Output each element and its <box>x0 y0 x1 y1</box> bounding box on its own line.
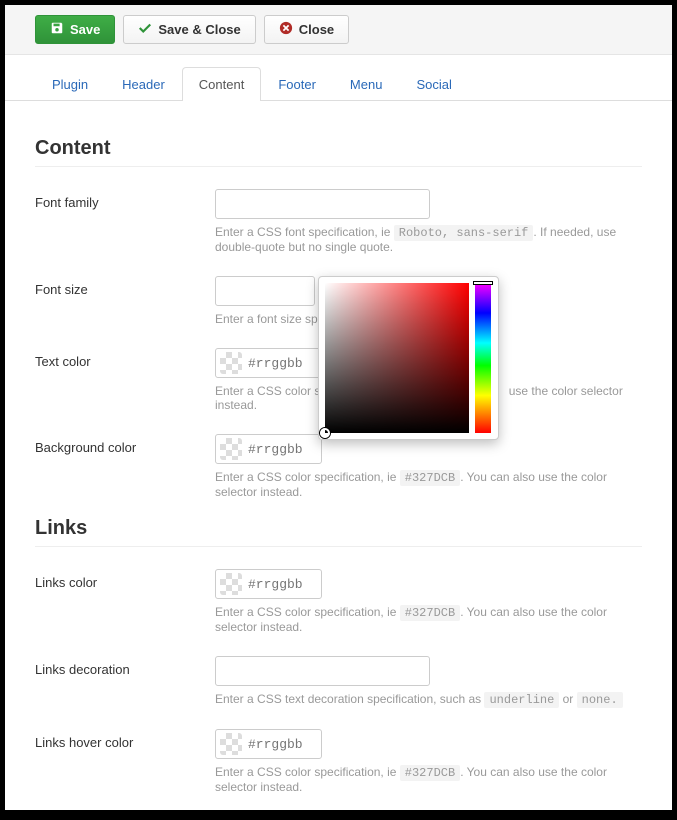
toolbar: Save Save & Close Close <box>5 5 672 55</box>
label-links-decoration: Links decoration <box>35 656 215 707</box>
font-size-input[interactable] <box>215 276 315 306</box>
links-color-input-wrap[interactable] <box>215 569 322 599</box>
color-picker-sv-cursor[interactable] <box>320 428 330 438</box>
tab-content[interactable]: Content <box>182 67 262 101</box>
tab-social[interactable]: Social <box>399 67 468 101</box>
label-links-color: Links color <box>35 569 215 634</box>
help-bg-color: Enter a CSS color specification, ie #327… <box>215 470 642 499</box>
label-font-family: Font family <box>35 189 215 254</box>
color-picker-hue-handle[interactable] <box>473 281 493 285</box>
tab-menu[interactable]: Menu <box>333 67 400 101</box>
links-hover-color-swatch[interactable] <box>220 733 242 755</box>
save-label: Save <box>70 22 100 37</box>
tabs: Plugin Header Content Footer Menu Social <box>5 55 672 101</box>
field-links-color: Links color Enter a CSS color specificat… <box>35 569 642 634</box>
links-decoration-input[interactable] <box>215 656 430 686</box>
text-color-input[interactable] <box>246 355 321 372</box>
bg-color-input-wrap[interactable] <box>215 434 322 464</box>
links-color-swatch[interactable] <box>220 573 242 595</box>
field-links-decoration: Links decoration Enter a CSS text decora… <box>35 656 642 707</box>
links-color-input[interactable] <box>246 576 321 593</box>
check-icon <box>138 21 152 38</box>
help-links-decoration: Enter a CSS text decoration specificatio… <box>215 692 642 707</box>
tab-header[interactable]: Header <box>105 67 182 101</box>
bg-color-input[interactable] <box>246 441 321 458</box>
text-color-input-wrap[interactable] <box>215 348 322 378</box>
label-text-color: Text color <box>35 348 215 412</box>
label-bg-color: Background color <box>35 434 215 499</box>
field-links-hover-color: Links hover color Enter a CSS color spec… <box>35 729 642 794</box>
label-links-hover-color: Links hover color <box>35 729 215 794</box>
close-button[interactable]: Close <box>264 15 349 44</box>
save-icon <box>50 21 64 38</box>
links-hover-color-input-wrap[interactable] <box>215 729 322 759</box>
field-bg-color: Background color Enter a CSS color speci… <box>35 434 642 499</box>
close-icon <box>279 21 293 38</box>
field-font-family: Font family Enter a CSS font specificati… <box>35 189 642 254</box>
section-links-title: Links <box>35 517 642 547</box>
save-close-button[interactable]: Save & Close <box>123 15 255 44</box>
save-close-label: Save & Close <box>158 22 240 37</box>
color-picker[interactable] <box>318 276 499 440</box>
text-color-swatch[interactable] <box>220 352 242 374</box>
section-content-title: Content <box>35 137 642 167</box>
form-body: Content Font family Enter a CSS font spe… <box>5 101 672 810</box>
help-links-hover-color: Enter a CSS color specification, ie #327… <box>215 765 642 794</box>
save-button[interactable]: Save <box>35 15 115 44</box>
label-font-size: Font size <box>35 276 215 326</box>
links-hover-color-input[interactable] <box>246 736 321 753</box>
help-font-family: Enter a CSS font specification, ie Robot… <box>215 225 642 254</box>
tab-plugin[interactable]: Plugin <box>35 67 105 101</box>
color-picker-hue-panel[interactable] <box>475 283 491 433</box>
close-label: Close <box>299 22 334 37</box>
color-picker-sv-panel[interactable] <box>325 283 469 433</box>
tab-footer[interactable]: Footer <box>261 67 333 101</box>
help-links-color: Enter a CSS color specification, ie #327… <box>215 605 642 634</box>
bg-color-swatch[interactable] <box>220 438 242 460</box>
font-family-input[interactable] <box>215 189 430 219</box>
